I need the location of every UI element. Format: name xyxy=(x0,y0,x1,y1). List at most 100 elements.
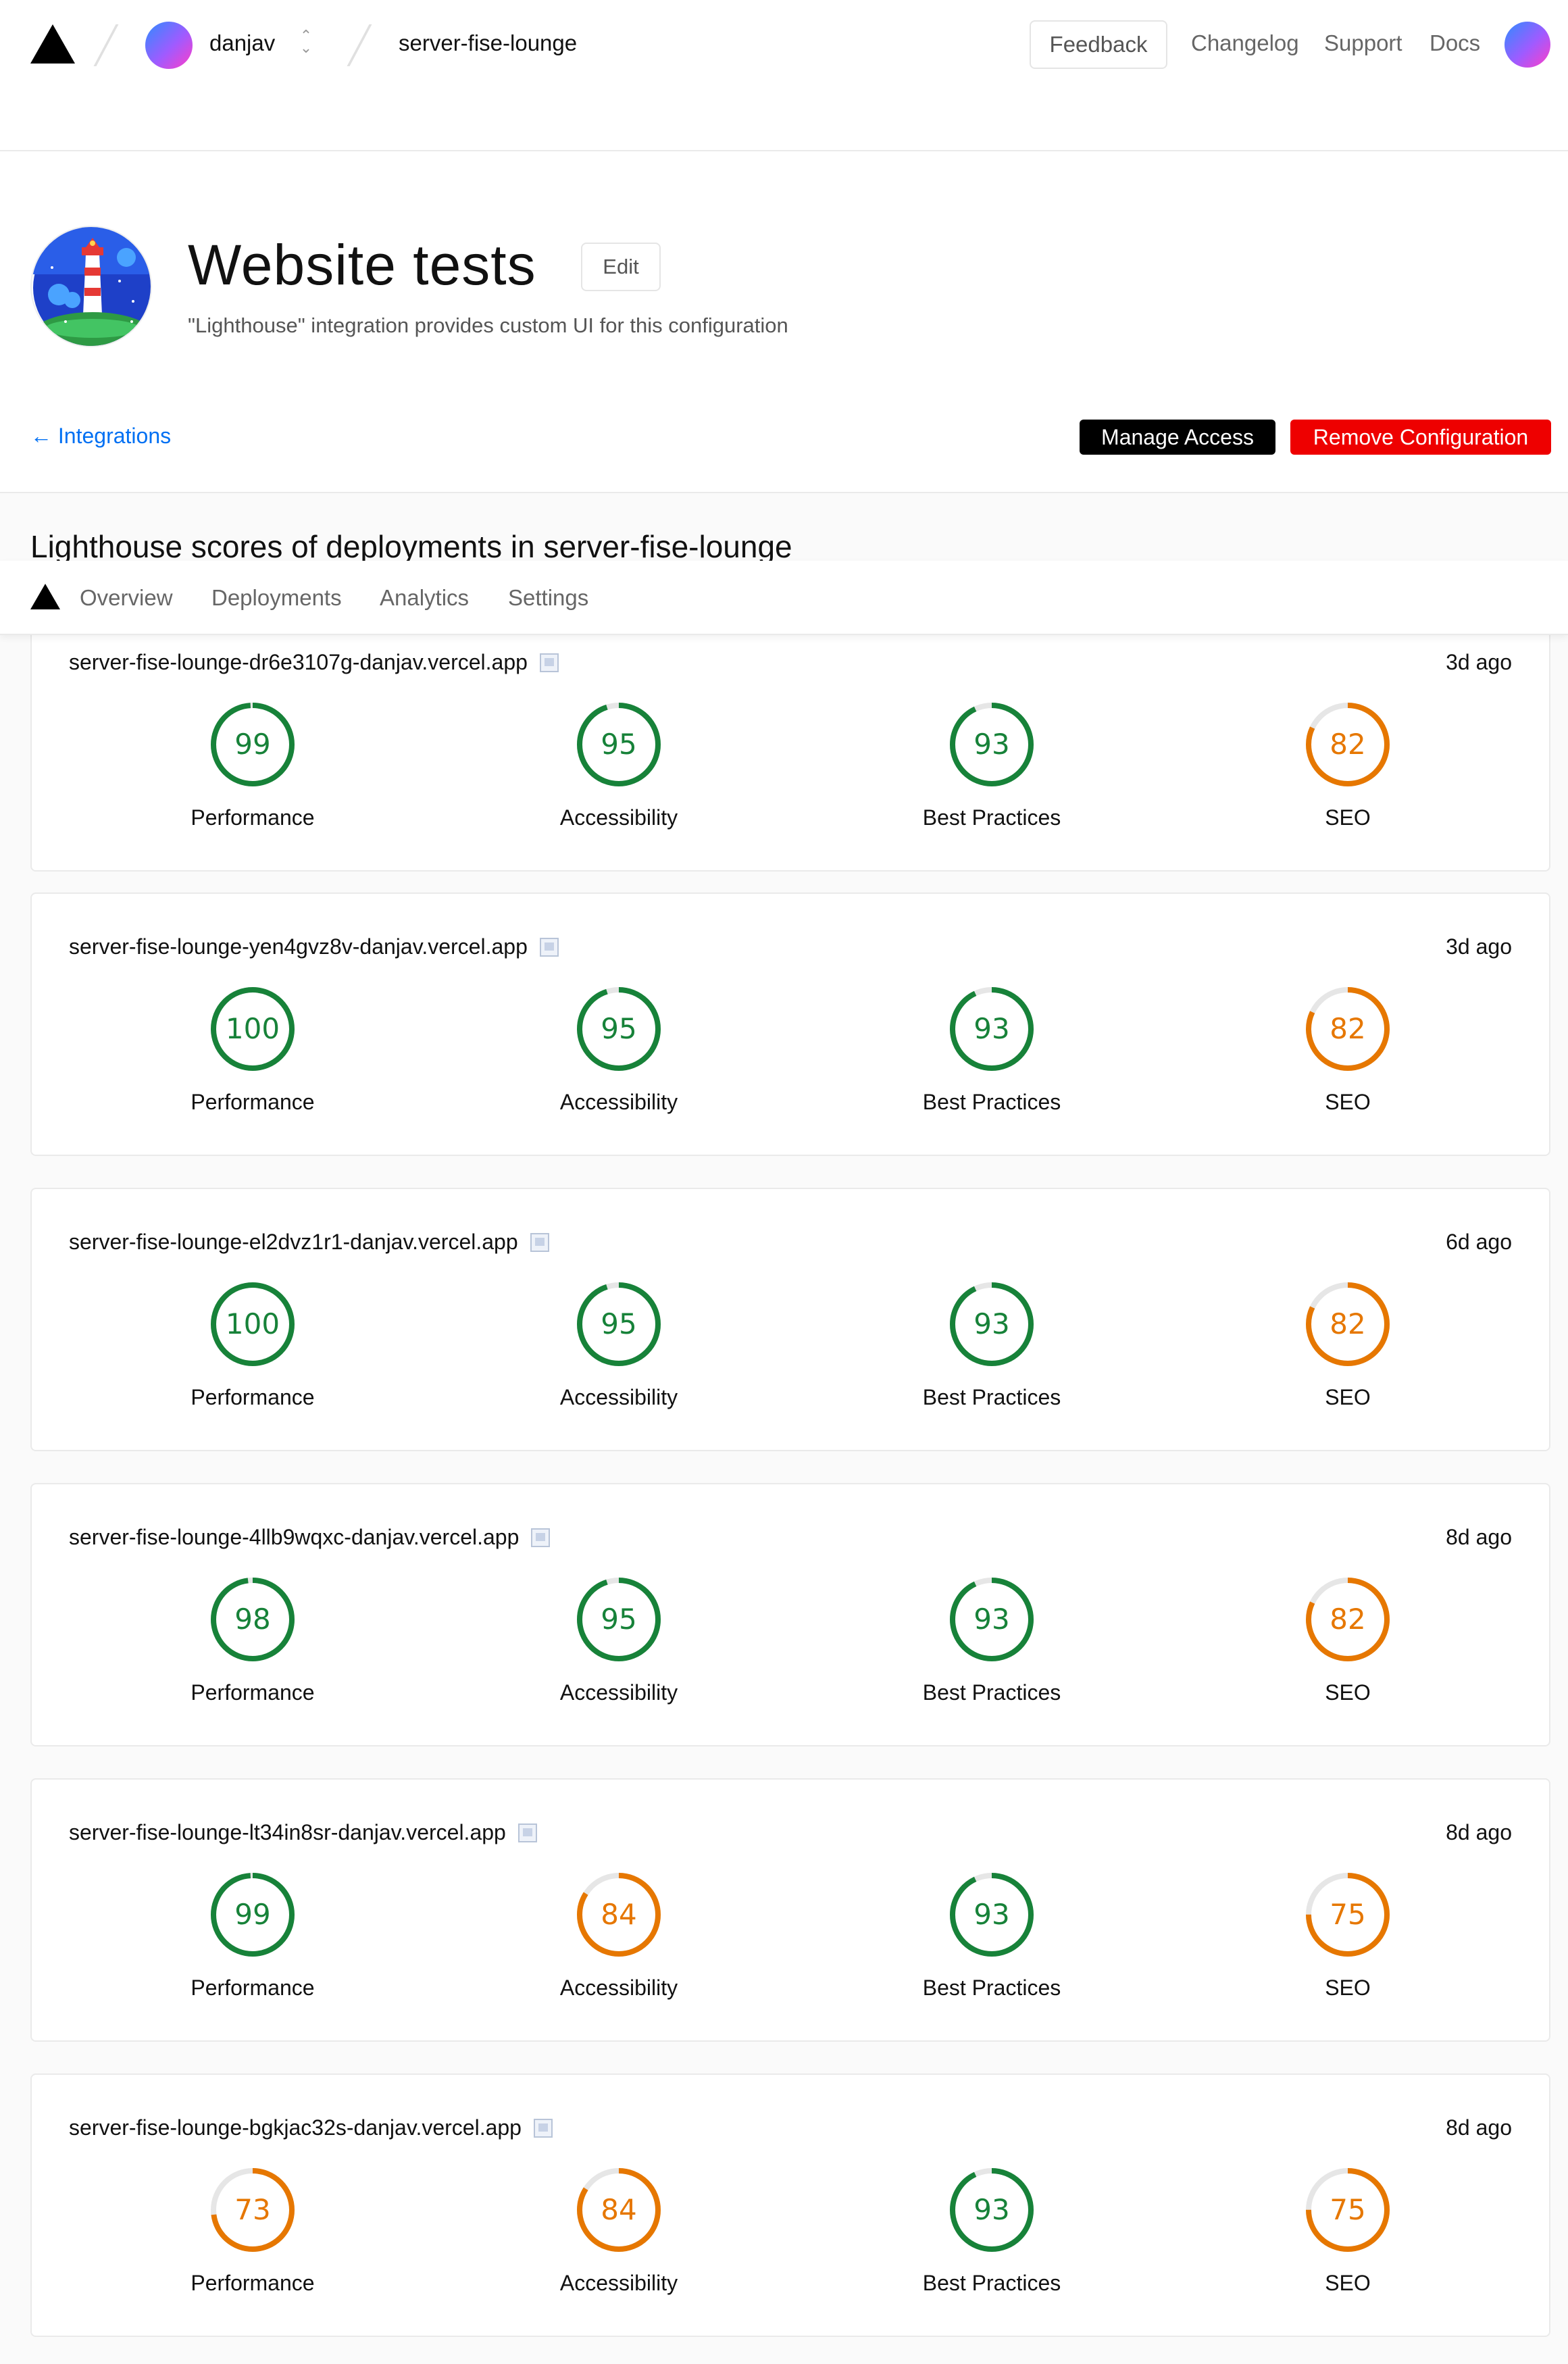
deployment-url[interactable]: server-fise-lounge-el2dvz1r1-danjav.verc… xyxy=(69,1230,549,1255)
seo-gauge: 82 xyxy=(1300,697,1395,792)
tab-settings[interactable]: Settings xyxy=(508,585,588,611)
deployment-url[interactable]: server-fise-lounge-lt34in8sr-danjav.verc… xyxy=(69,1820,537,1845)
best-practices-label: Best Practices xyxy=(922,2271,1061,2295)
team-switcher-icon[interactable]: ⌃ ⌄ xyxy=(299,28,313,57)
best-practices-gauge: 93 xyxy=(944,1572,1039,1667)
edit-button[interactable]: Edit xyxy=(581,243,661,291)
seo-score: 82 xyxy=(1330,1012,1366,1045)
tab-deployments[interactable]: Deployments xyxy=(211,585,342,611)
vercel-logo-icon[interactable] xyxy=(30,24,75,64)
performance-score: 98 xyxy=(234,1603,271,1636)
tab-analytics[interactable]: Analytics xyxy=(380,585,469,611)
deployment-url-text[interactable]: server-fise-lounge-el2dvz1r1-danjav.verc… xyxy=(69,1230,518,1254)
seo-gauge: 82 xyxy=(1300,982,1395,1076)
sub-navigation: Overview Deployments Analytics Settings xyxy=(0,561,1568,635)
seo-gauge: 82 xyxy=(1300,1572,1395,1667)
integration-header: Website tests Edit "Lighthouse" integrat… xyxy=(0,151,1568,493)
best-practices-label: Best Practices xyxy=(922,1976,1061,2000)
deployment-url[interactable]: server-fise-lounge-dr6e3107g-danjav.verc… xyxy=(69,650,559,675)
support-link[interactable]: Support xyxy=(1324,30,1402,56)
screenshot-preview-icon[interactable] xyxy=(531,1528,551,1547)
deployment-card[interactable]: server-fise-lounge-lt34in8sr-danjav.verc… xyxy=(30,1778,1550,2042)
breadcrumb-separator xyxy=(93,24,119,66)
screenshot-preview-icon[interactable] xyxy=(530,1233,549,1252)
performance-gauge: 100 xyxy=(205,982,300,1076)
best-practices-gauge: 93 xyxy=(944,697,1039,792)
best-practices-gauge: 93 xyxy=(944,2163,1039,2257)
accessibility-gauge: 95 xyxy=(572,982,666,1076)
accessibility-score: 95 xyxy=(601,1012,637,1045)
performance-gauge: 99 xyxy=(205,697,300,792)
best-practices-gauge: 93 xyxy=(944,982,1039,1076)
accessibility-gauge: 95 xyxy=(572,1277,666,1372)
deployment-card[interactable]: server-fise-lounge-el2dvz1r1-danjav.verc… xyxy=(30,1188,1550,1451)
best-practices-score: 93 xyxy=(973,728,1010,761)
deployment-url[interactable]: server-fise-lounge-4llb9wqxc-danjav.verc… xyxy=(69,1525,551,1550)
team-avatar[interactable] xyxy=(145,22,193,69)
deployment-card[interactable]: server-fise-lounge-4llb9wqxc-danjav.verc… xyxy=(30,1483,1550,1746)
deployment-time: 8d ago xyxy=(1446,1820,1512,1844)
best-practices-score: 93 xyxy=(973,1898,1010,1931)
accessibility-gauge: 95 xyxy=(572,697,666,792)
accessibility-score: 95 xyxy=(601,1307,637,1340)
deployment-time: 3d ago xyxy=(1446,650,1512,674)
accessibility-score: 84 xyxy=(601,2193,637,2226)
deployment-url-text[interactable]: server-fise-lounge-bgkjac32s-danjav.verc… xyxy=(69,2115,522,2140)
screenshot-preview-icon[interactable] xyxy=(539,938,559,957)
accessibility-label: Accessibility xyxy=(559,2271,678,2295)
performance-gauge: 100 xyxy=(205,1277,300,1372)
performance-gauge: 98 xyxy=(205,1572,300,1667)
tab-overview[interactable]: Overview xyxy=(80,585,173,611)
deployment-url-text[interactable]: server-fise-lounge-dr6e3107g-danjav.verc… xyxy=(69,650,528,674)
best-practices-score: 93 xyxy=(973,1012,1010,1045)
deployment-card[interactable]: server-fise-lounge-dr6e3107g-danjav.verc… xyxy=(30,608,1550,872)
seo-label: SEO xyxy=(1325,1090,1371,1114)
screenshot-preview-icon[interactable] xyxy=(539,653,559,672)
screenshot-preview-icon[interactable] xyxy=(517,1824,537,1842)
feedback-button[interactable]: Feedback xyxy=(1030,20,1167,69)
seo-label: SEO xyxy=(1325,1385,1371,1409)
vercel-logo-icon[interactable] xyxy=(30,584,60,609)
deployment-url[interactable]: server-fise-lounge-bgkjac32s-danjav.verc… xyxy=(69,2115,553,2140)
accessibility-score: 95 xyxy=(601,1603,637,1636)
back-to-integrations-link[interactable]: ← Integrations xyxy=(30,424,171,449)
deployment-url-text[interactable]: server-fise-lounge-4llb9wqxc-danjav.verc… xyxy=(69,1525,519,1549)
project-name[interactable]: server-fise-lounge xyxy=(399,30,577,56)
user-avatar[interactable] xyxy=(1504,22,1550,68)
seo-label: SEO xyxy=(1325,2271,1371,2295)
accessibility-label: Accessibility xyxy=(559,1680,678,1705)
best-practices-score: 93 xyxy=(973,1603,1010,1636)
manage-access-button[interactable]: Manage Access xyxy=(1080,420,1275,455)
performance-label: Performance xyxy=(191,2271,315,2295)
docs-link[interactable]: Docs xyxy=(1430,30,1480,56)
best-practices-gauge: 93 xyxy=(944,1277,1039,1372)
page-subtitle: "Lighthouse" integration provides custom… xyxy=(188,313,788,337)
best-practices-label: Best Practices xyxy=(922,1680,1061,1705)
deployment-url-text[interactable]: server-fise-lounge-yen4gvz8v-danjav.verc… xyxy=(69,934,528,959)
performance-score: 73 xyxy=(234,2193,271,2226)
accessibility-gauge: 95 xyxy=(572,1572,666,1667)
seo-gauge: 82 xyxy=(1300,1277,1395,1372)
accessibility-gauge: 84 xyxy=(572,2163,666,2257)
performance-label: Performance xyxy=(191,805,315,830)
best-practices-label: Best Practices xyxy=(922,805,1061,830)
deployment-card[interactable]: server-fise-lounge-bgkjac32s-danjav.verc… xyxy=(30,2073,1550,2337)
deployment-time: 3d ago xyxy=(1446,934,1512,959)
performance-label: Performance xyxy=(191,1680,315,1705)
team-name[interactable]: danjav xyxy=(209,30,275,56)
accessibility-label: Accessibility xyxy=(559,1385,678,1409)
breadcrumb-separator xyxy=(347,24,372,66)
performance-score: 99 xyxy=(234,1898,271,1931)
deployment-time: 6d ago xyxy=(1446,1230,1512,1254)
lighthouse-logo-icon xyxy=(30,226,152,347)
deployment-url-text[interactable]: server-fise-lounge-lt34in8sr-danjav.verc… xyxy=(69,1820,506,1844)
changelog-link[interactable]: Changelog xyxy=(1191,30,1299,56)
section-title: Lighthouse scores of deployments in serv… xyxy=(30,529,792,564)
screenshot-preview-icon[interactable] xyxy=(533,2119,553,2138)
remove-configuration-button[interactable]: Remove Configuration xyxy=(1290,420,1551,455)
deployment-url[interactable]: server-fise-lounge-yen4gvz8v-danjav.verc… xyxy=(69,934,559,959)
performance-label: Performance xyxy=(191,1385,315,1409)
seo-label: SEO xyxy=(1325,805,1371,830)
deployment-card[interactable]: server-fise-lounge-yen4gvz8v-danjav.verc… xyxy=(30,892,1550,1156)
accessibility-score: 84 xyxy=(601,1898,637,1931)
